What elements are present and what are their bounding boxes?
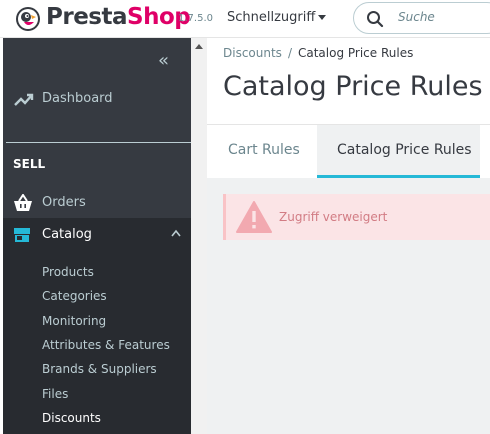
sidebar-section-sell: SELL (13, 157, 46, 171)
page-header: Discounts / Catalog Price Rules Catalog Pr… (207, 38, 490, 124)
warning-icon (236, 201, 272, 233)
catalog-submenu: Products Categories Monitoring Attribute… (3, 252, 191, 434)
version-label: 1.7.5.0 (178, 13, 213, 24)
sidebar-item-orders[interactable]: Orders (3, 188, 191, 216)
sidebar-nav: « Dashboard SELL Orders Catalog Products… (3, 38, 191, 434)
top-header: PrestaShop 1.7.5.0 Schnellzugriff (0, 0, 490, 38)
quick-access-dropdown[interactable]: Schnellzugriff (227, 10, 327, 25)
scroll-up-arrow-icon[interactable] (195, 44, 203, 49)
submenu-item-attributes-features[interactable]: Attributes & Features (42, 338, 170, 352)
submenu-item-products[interactable]: Products (42, 265, 94, 279)
scrollbar[interactable] (191, 38, 207, 434)
submenu-item-categories[interactable]: Categories (42, 289, 107, 303)
collapse-sidebar-icon[interactable]: « (158, 50, 169, 71)
submenu-item-monitoring[interactable]: Monitoring (42, 314, 106, 328)
tab-label: Catalog Price Rules (337, 142, 472, 158)
tab-cart-rules[interactable]: Cart Rules (207, 125, 317, 178)
sidebar-divider (6, 142, 191, 143)
trending-up-icon (14, 93, 34, 106)
submenu-item-files[interactable]: Files (42, 387, 68, 401)
sidebar-item-catalog[interactable]: Catalog (3, 218, 191, 252)
page-title: Catalog Price Rules (223, 71, 483, 102)
prestashop-logo-icon[interactable] (15, 6, 41, 32)
breadcrumb: Discounts / Catalog Price Rules (223, 46, 413, 60)
sidebar-item-label: Catalog (42, 227, 92, 242)
submenu-item-brands-suppliers[interactable]: Brands & Suppliers (42, 362, 157, 376)
search-box[interactable] (353, 2, 490, 34)
sidebar-item-dashboard[interactable]: Dashboard (3, 82, 191, 120)
tab-label: Cart Rules (228, 142, 300, 158)
sidebar-item-label: Orders (42, 195, 86, 210)
store-icon (14, 228, 30, 242)
chevron-up-icon (171, 229, 181, 237)
tab-catalog-price-rules[interactable]: Catalog Price Rules (317, 125, 480, 178)
breadcrumb-current: Catalog Price Rules (297, 46, 414, 60)
caret-down-icon (318, 15, 327, 20)
tab-bar: Cart Rules Catalog Price Rules (207, 124, 490, 178)
quick-access-label: Schnellzugriff (227, 10, 316, 25)
search-input[interactable] (398, 10, 488, 24)
alert-message: Zugriff verweigert (279, 210, 388, 224)
sidebar-item-label: Dashboard (42, 91, 113, 106)
search-icon (367, 11, 384, 28)
breadcrumb-separator: / (287, 46, 292, 60)
basket-icon (14, 194, 32, 211)
breadcrumb-link-discounts[interactable]: Discounts (223, 46, 282, 60)
submenu-item-discounts[interactable]: Discounts (42, 411, 101, 425)
brand-name[interactable]: PrestaShop (46, 4, 191, 30)
error-alert: Zugriff verweigert (223, 194, 490, 240)
main-content: Zugriff verweigert (207, 178, 490, 434)
